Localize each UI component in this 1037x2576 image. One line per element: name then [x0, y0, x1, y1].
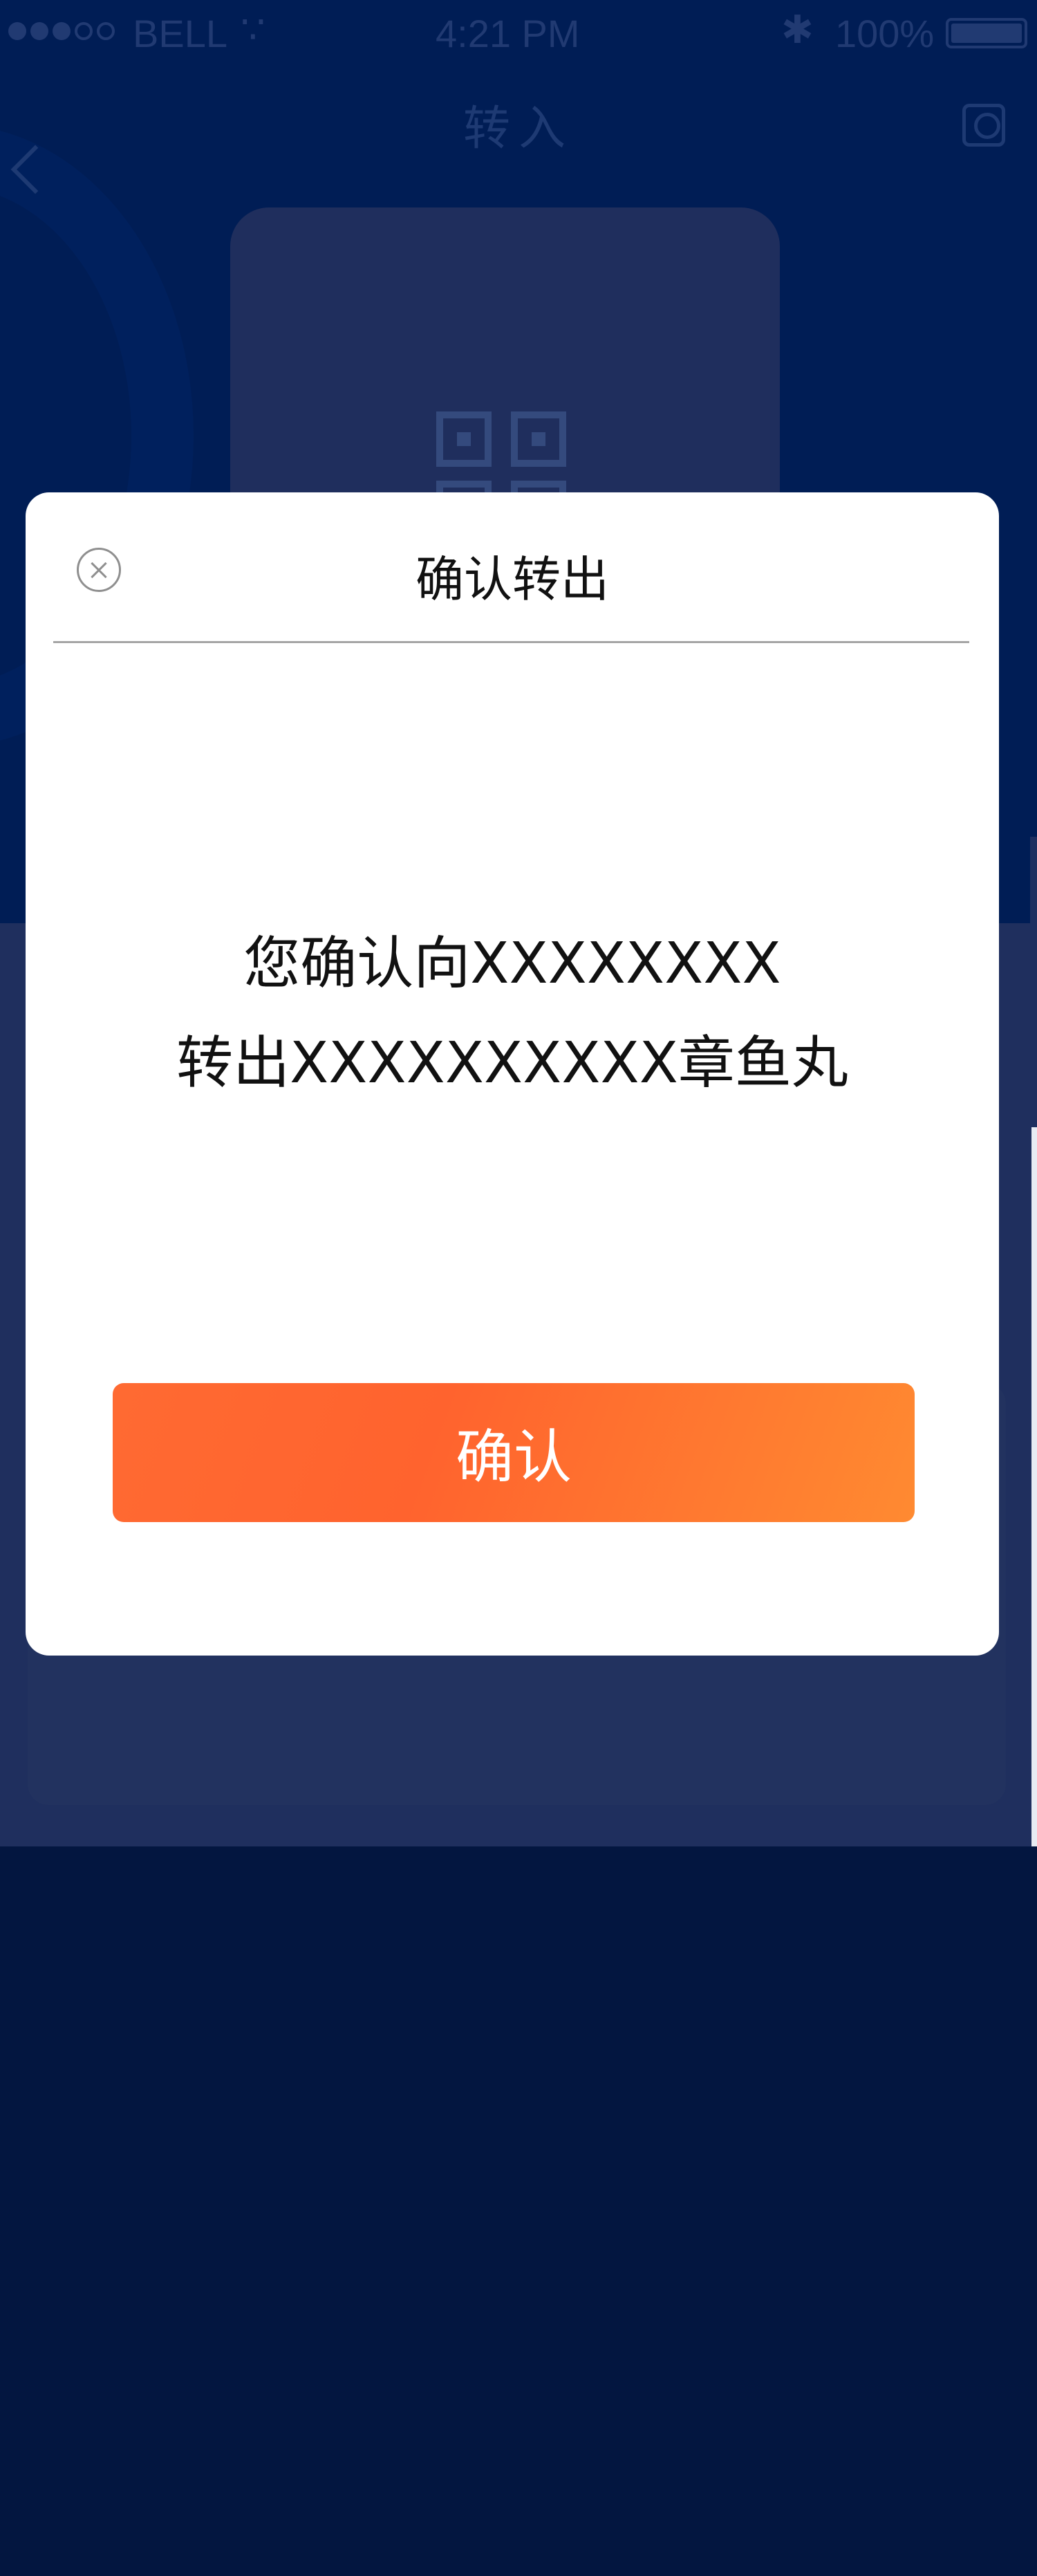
page-title: 转入: [463, 102, 574, 156]
dialog-message: 您确认向XXXXXXXX 转出XXXXXXXXXX章鱼丸: [26, 914, 999, 1113]
battery-percent: 100%: [835, 12, 935, 55]
app-bottom-area: [0, 1846, 1037, 2576]
scroll-indicator: [1030, 837, 1037, 1846]
divider: [53, 641, 969, 643]
status-time: 4:21 PM: [436, 12, 580, 55]
carrier-name: BELL: [133, 12, 227, 55]
signal-icon: [8, 22, 115, 40]
dialog-title: 确认转出: [415, 551, 609, 608]
message-line-2: 转出XXXXXXXXXX章鱼丸: [176, 1030, 848, 1096]
bluetooth-icon: ✱: [781, 8, 814, 51]
confirm-button[interactable]: 确认: [113, 1383, 915, 1522]
wifi-icon: ∵: [241, 8, 265, 51]
message-line-1: 您确认向XXXXXXXX: [243, 931, 781, 997]
history-icon[interactable]: [962, 104, 1005, 147]
status-bar: BELL ∵ 4:21 PM ✱ 100%: [0, 0, 1037, 64]
confirm-transfer-dialog: 确认转出 您确认向XXXXXXXX 转出XXXXXXXXXX章鱼丸 确认: [26, 492, 999, 1656]
battery-icon: [946, 18, 1027, 48]
